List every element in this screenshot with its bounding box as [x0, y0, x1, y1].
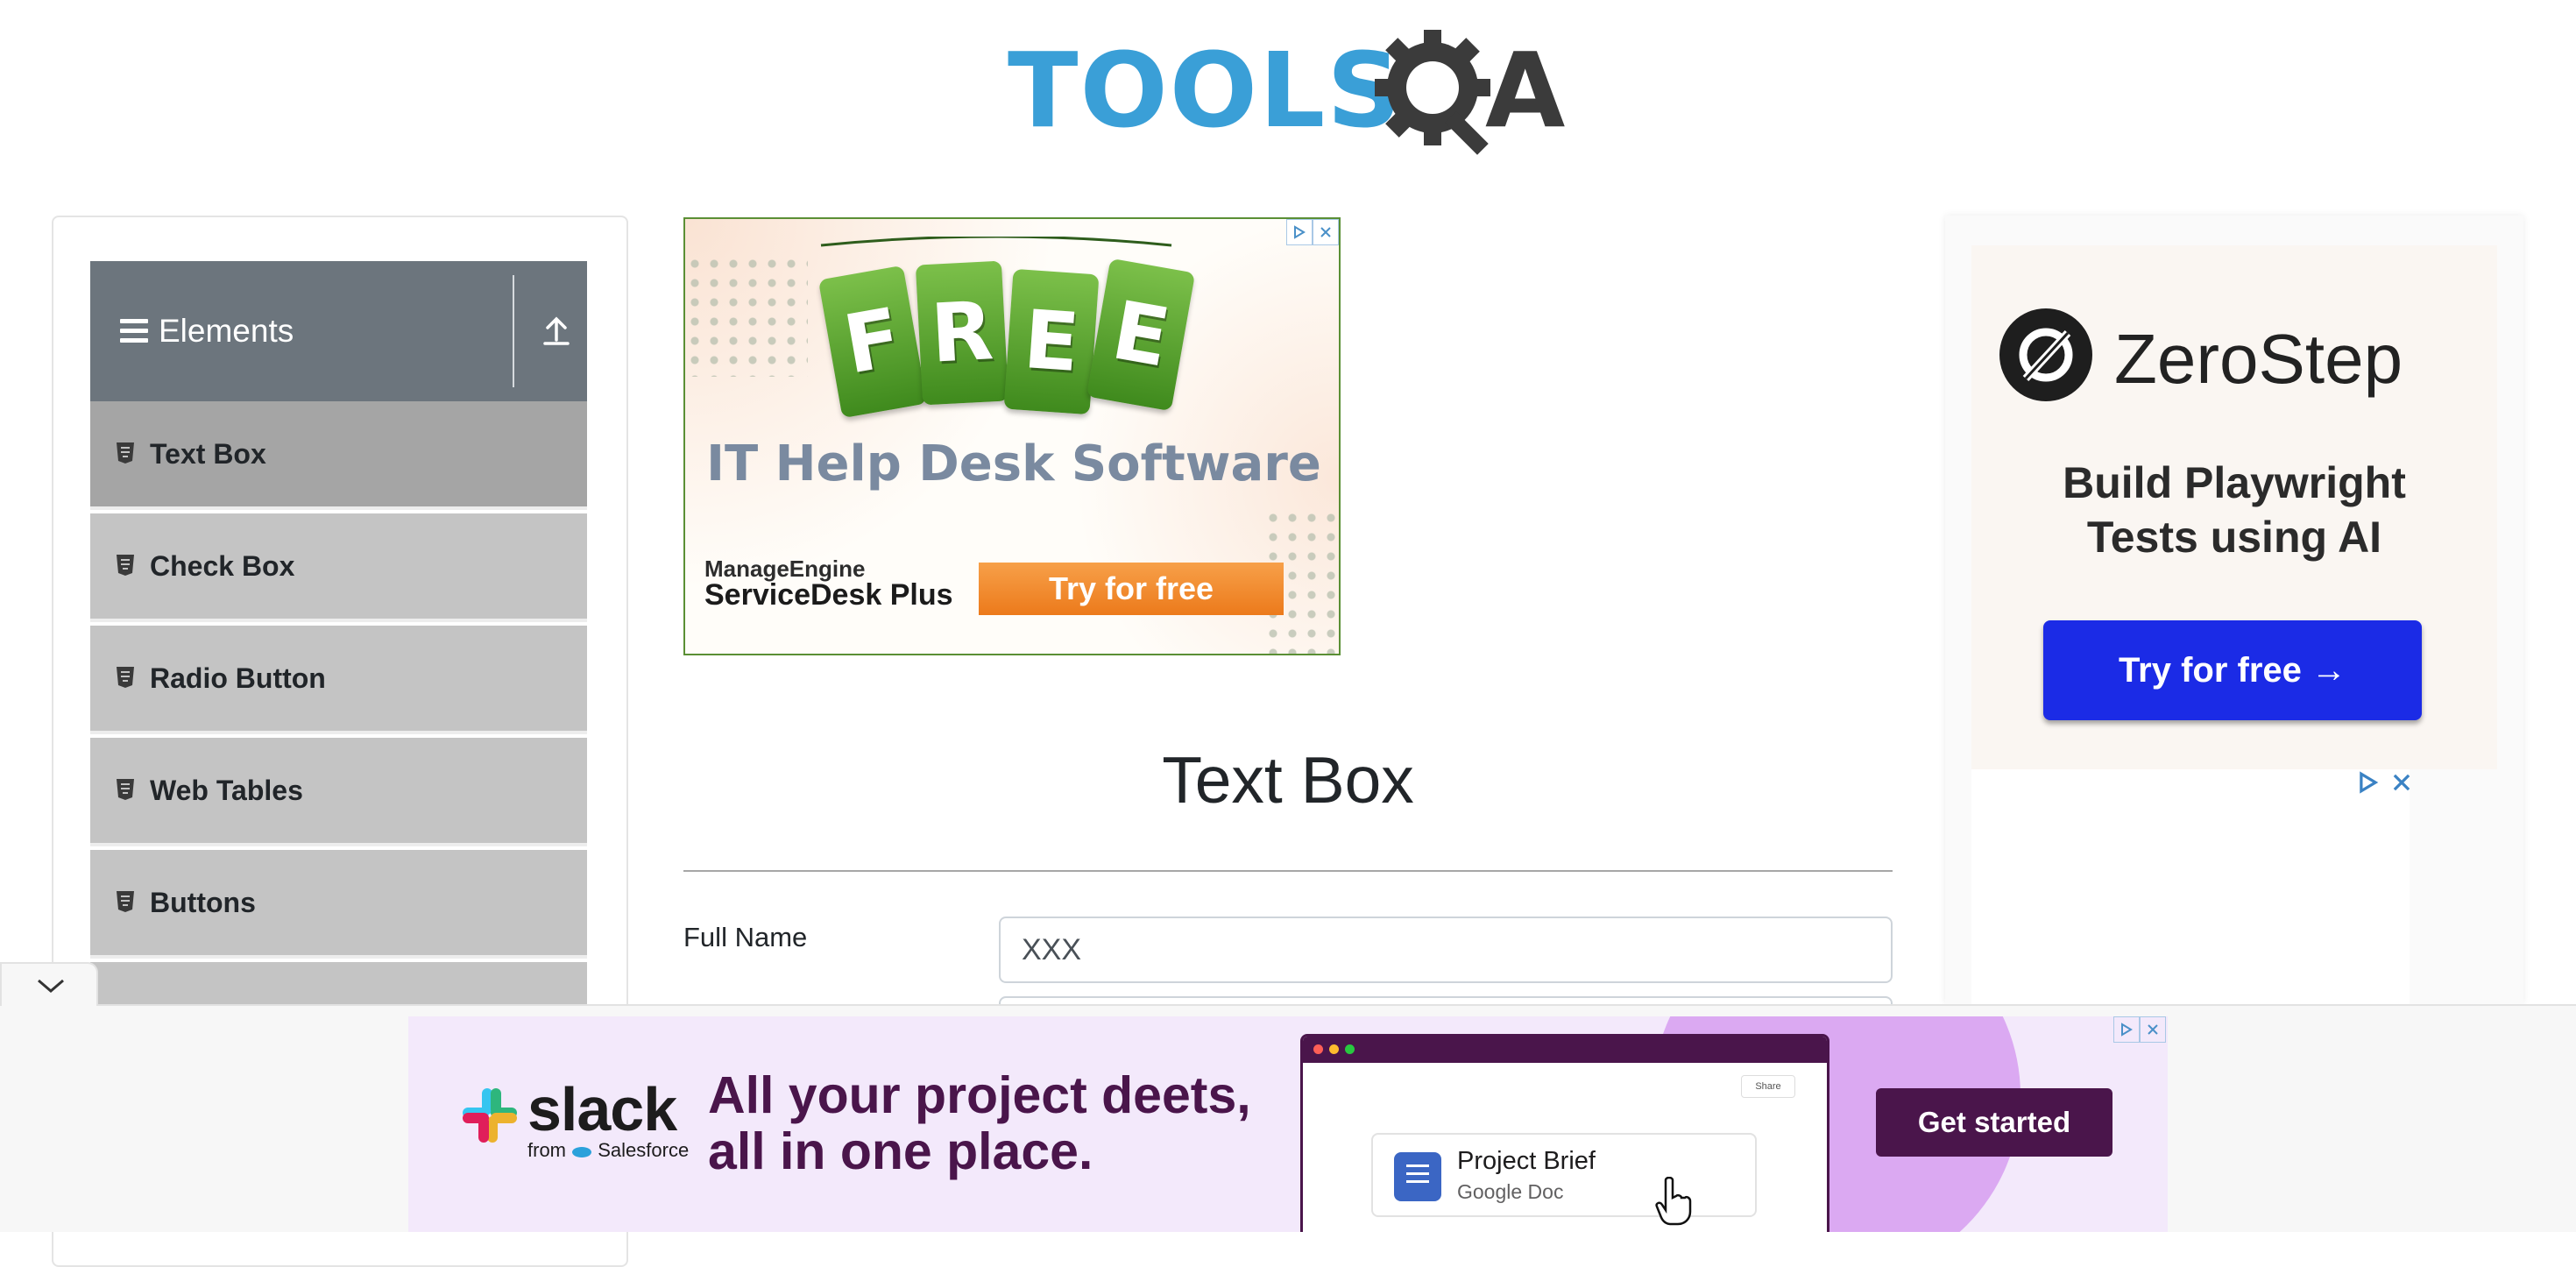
- html-file-icon: [117, 555, 134, 576]
- tag-letter: E: [1003, 268, 1100, 415]
- html-file-icon: [117, 891, 134, 912]
- sidebar-item-label: Buttons: [150, 887, 256, 918]
- adchoices-icon[interactable]: [2357, 771, 2380, 794]
- mockup-titlebar: [1303, 1037, 1827, 1063]
- sidebar-item-label: Radio Button: [150, 662, 326, 694]
- tag-letter: R: [915, 260, 1009, 406]
- menu-icon: [120, 319, 148, 343]
- toolsqa-logo[interactable]: TOOLS A: [1008, 25, 1577, 161]
- sidebar-item-web-tables[interactable]: Web Tables: [90, 738, 587, 846]
- ad-tagline-line1: Build Playwright: [2063, 458, 2406, 507]
- collapse-up-icon[interactable]: [535, 310, 577, 352]
- close-icon[interactable]: [1313, 219, 1339, 245]
- html-file-icon: [117, 779, 134, 800]
- free-tags: F R E E: [803, 237, 1196, 429]
- ad-slack-banner[interactable]: slack from Salesforce All your project d…: [408, 1016, 2168, 1232]
- close-icon[interactable]: [2140, 1016, 2166, 1043]
- tag-letter: F: [817, 265, 928, 419]
- google-doc-icon: [1394, 1152, 1441, 1201]
- ad-headline-line1: All your project deets,: [708, 1066, 1251, 1124]
- adchoices-icon[interactable]: [2113, 1016, 2140, 1043]
- ad-headline: All your project deets, all in one place…: [708, 1067, 1251, 1179]
- chevron-down-icon[interactable]: [35, 976, 67, 995]
- get-started-button[interactable]: Get started: [1876, 1088, 2112, 1157]
- full-name-input[interactable]: [999, 917, 1893, 983]
- from-text: from: [527, 1139, 566, 1161]
- ad-choices[interactable]: [1286, 219, 1339, 245]
- ad-choices[interactable]: [2357, 771, 2413, 794]
- sidebar-item-check-box[interactable]: Check Box: [90, 513, 587, 622]
- ad-zerostep[interactable]: ZeroStep Build Playwright Tests using AI…: [1971, 245, 2497, 769]
- ad-dot-pattern: [685, 254, 808, 377]
- elements-group-header[interactable]: Elements: [90, 261, 587, 401]
- salesforce-cloud-icon: [572, 1147, 592, 1157]
- logo-letter-a: A: [1485, 30, 1566, 151]
- hand-cursor-icon: [1655, 1177, 1692, 1226]
- ad-tagline: Build Playwright Tests using AI: [1971, 456, 2497, 564]
- logo-text: TOOLS: [1008, 30, 1404, 151]
- divider: [513, 275, 514, 387]
- ad-try-free-button[interactable]: Try for free: [979, 563, 1284, 615]
- zerostep-logo-icon: [1999, 308, 2092, 401]
- html-file-icon: [117, 442, 134, 464]
- title-divider: [683, 870, 1893, 872]
- ad-blank-area: [1971, 769, 2410, 1004]
- tag-letter: E: [1086, 258, 1196, 412]
- ad-brand-servicedesk: ServiceDesk Plus: [704, 578, 953, 612]
- sidebar-item-label: Check Box: [150, 550, 295, 582]
- slack-wordmark: slack: [527, 1075, 677, 1143]
- doc-title: Project Brief: [1457, 1147, 1596, 1175]
- sidebar-item-text-box[interactable]: Text Box: [90, 401, 587, 510]
- ad-brand-zerostep: ZeroStep: [2114, 320, 2403, 398]
- page-title: Text Box: [1162, 743, 1414, 817]
- slack-from-line: from Salesforce: [527, 1139, 689, 1162]
- html-file-icon: [117, 667, 134, 688]
- ad-tagline-line2: Tests using AI: [2086, 513, 2382, 562]
- ad-it-help-desk[interactable]: F R E E IT Help Desk Software ManageEngi…: [683, 217, 1341, 655]
- adchoices-icon[interactable]: [1286, 219, 1313, 245]
- sidebar-item-radio-button[interactable]: Radio Button: [90, 626, 587, 734]
- mockup-share-button: Share: [1741, 1075, 1795, 1098]
- group-title: Elements: [159, 313, 294, 349]
- collapse-ad-tab[interactable]: [0, 962, 98, 1006]
- close-icon[interactable]: [2390, 771, 2413, 794]
- ad-choices[interactable]: [2113, 1016, 2166, 1043]
- sidebar-item-label: Web Tables: [150, 775, 303, 806]
- sidebar-item-buttons[interactable]: Buttons: [90, 850, 587, 959]
- doc-card: Project Brief Google Doc: [1371, 1133, 1757, 1217]
- slack-logo-icon: [463, 1088, 517, 1143]
- ad-headline: IT Help Desk Software: [706, 435, 1321, 492]
- ad-headline-line2: all in one place.: [708, 1122, 1093, 1180]
- full-name-label: Full Name: [683, 922, 808, 952]
- app-mockup: Share Project Brief Google Doc: [1300, 1034, 1829, 1232]
- sidebar-item-label: Text Box: [150, 438, 266, 470]
- ad-zerostep-cta-button[interactable]: Try for free →: [2043, 620, 2422, 720]
- doc-subtitle: Google Doc: [1457, 1180, 1564, 1203]
- partner-text: Salesforce: [598, 1139, 690, 1161]
